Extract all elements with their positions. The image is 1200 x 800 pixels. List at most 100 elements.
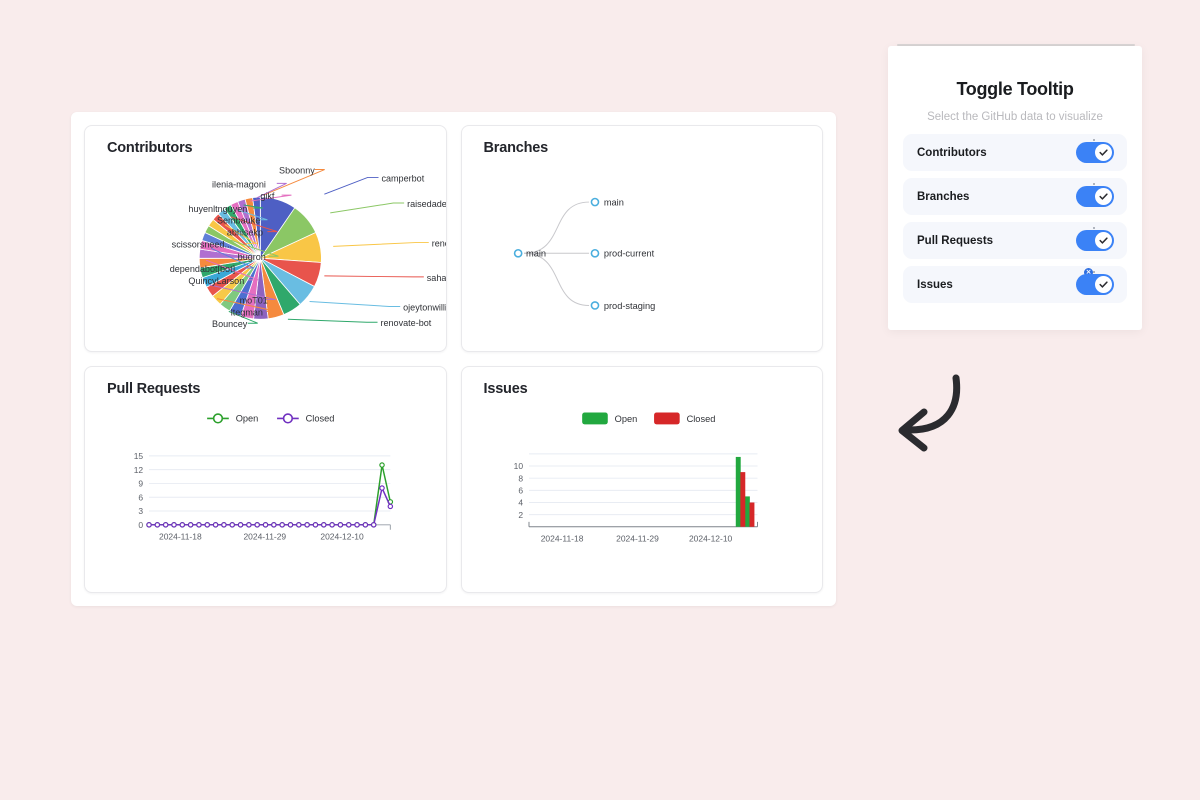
pie-label: Bouncey <box>212 319 248 329</box>
panel-title: Toggle Tooltip <box>956 79 1074 99</box>
card-contributors: Contributors camperbotraisedadeadrenovat… <box>84 125 447 352</box>
pie-leader-line <box>287 318 378 323</box>
issues-bars <box>735 456 754 527</box>
contributors-pie-chart: camperbot raisedadead renovate[bot] sahat oj… <box>170 165 446 329</box>
bar-open <box>735 456 741 527</box>
tree-label: prod-current <box>603 249 654 259</box>
data-point <box>196 522 202 528</box>
data-point <box>262 522 269 528</box>
pie-label: moT01 <box>240 296 268 306</box>
line-series-open <box>149 464 392 526</box>
pie-label: raisedadead <box>407 199 445 209</box>
y-tick-label: 15 <box>134 451 144 461</box>
data-point <box>337 522 344 528</box>
panel-subtitle: Select the GitHub data to visualize <box>927 111 1103 123</box>
pull-requests-line-chart: Open Closed 0 3 6 9 12 15 2024-11-18 2024-11-29… <box>134 413 394 542</box>
pie-label: renovate[bot] <box>432 238 446 248</box>
tree-label-root: main <box>526 249 546 259</box>
x-tick-label: 2024-11-18 <box>159 532 202 542</box>
y-tick-label: 9 <box>138 479 143 489</box>
toggle-list: Contributors Branches Pull Requests Issues × <box>903 134 1127 310</box>
pie-label: QuincyLarson <box>188 276 244 286</box>
y-tick-label: 6 <box>138 492 143 502</box>
bar-open <box>744 496 750 527</box>
y-tick-label: 4 <box>518 498 523 508</box>
card-issues: Issues Open Closed 2 4 6 8 10 2024-11-18 2024-… <box>460 366 823 593</box>
data-point <box>171 522 177 528</box>
bar-closed <box>748 502 754 527</box>
data-point <box>237 522 244 528</box>
pie-label: camperbot <box>381 173 424 183</box>
legend-swatch <box>581 412 608 425</box>
data-point <box>187 522 194 528</box>
data-point <box>254 522 260 528</box>
y-tick-label: 12 <box>134 465 144 475</box>
dashboard-container: Contributors camperbotraisedadeadrenovat… <box>71 112 836 606</box>
toggle-label: Contributors <box>917 146 987 159</box>
tree-node-main[interactable] <box>590 197 599 207</box>
toggle-knob <box>1095 188 1112 205</box>
toggle-knob <box>1095 276 1112 293</box>
data-point <box>204 522 211 528</box>
data-point <box>162 522 169 528</box>
pie-leader-line <box>333 241 429 247</box>
toggle-switch[interactable] <box>1076 142 1114 163</box>
legend-label: Closed <box>306 414 335 424</box>
tree-node-prod-current[interactable] <box>590 248 599 258</box>
y-tick-label: 8 <box>518 473 523 483</box>
tree-link <box>523 201 589 254</box>
x-tick-label: 2024-11-18 <box>540 534 583 544</box>
pr-y-axis-ticks: 0 3 6 9 12 15 <box>134 451 144 530</box>
issues-legend: Open Closed <box>581 412 715 425</box>
y-tick-label: 6 <box>518 485 523 495</box>
data-point <box>370 522 377 528</box>
toggle-switch[interactable] <box>1076 230 1114 251</box>
tree-label: prod-staging <box>603 301 654 311</box>
pie-label: bugron <box>238 252 266 262</box>
cursor-dot <box>1093 183 1095 185</box>
pie-leader-line <box>324 176 379 195</box>
pie-label: gikf <box>260 191 275 201</box>
data-point <box>387 503 394 510</box>
card-pull-requests: Pull Requests Open Closed 0 3 6 9 12 15 2024-1… <box>84 366 447 593</box>
data-point <box>354 522 360 528</box>
pie-label: huyenltnguyen <box>188 204 247 214</box>
data-point <box>296 522 302 528</box>
pie-leader-line <box>324 275 424 278</box>
toggle-label: Issues <box>917 278 953 291</box>
toggle-switch[interactable] <box>1076 274 1114 295</box>
toggle-row-issues[interactable]: Issues × <box>903 266 1127 303</box>
legend-label: Closed <box>686 414 715 424</box>
check-icon <box>1099 149 1108 156</box>
y-tick-label: 0 <box>138 520 143 530</box>
legend-marker <box>212 413 224 424</box>
pie-label: sahat <box>427 273 446 283</box>
tree-label: main <box>603 198 623 208</box>
pie-label: ilenia-magoni <box>212 179 266 189</box>
issues-x-axis-ticks: 2024-11-18 2024-11-29 2024-12-10 <box>540 534 732 544</box>
y-tick-label: 10 <box>513 461 523 471</box>
data-point <box>271 522 277 528</box>
toggle-switch[interactable] <box>1076 186 1114 207</box>
tree-node-prod-staging[interactable] <box>590 301 599 310</box>
data-point <box>154 522 161 528</box>
data-point <box>362 522 369 528</box>
curved-arrow-icon <box>898 374 961 452</box>
x-tick-label: 2024-12-10 <box>320 532 364 542</box>
data-point <box>179 522 186 528</box>
check-icon <box>1099 237 1108 244</box>
pie-label: Sboonny <box>279 165 315 175</box>
pr-series <box>146 462 394 528</box>
check-icon <box>1099 281 1108 288</box>
card-branches: Branches main main prod-current prod-stagin… <box>460 125 823 352</box>
toggle-row-branches[interactable]: Branches <box>903 178 1127 215</box>
toggle-knob <box>1095 232 1112 249</box>
toggle-row-pull-requests[interactable]: Pull Requests <box>903 222 1127 259</box>
y-tick-label: 3 <box>138 506 143 516</box>
issues-gridlines <box>527 453 758 528</box>
toggle-row-contributors[interactable]: Contributors <box>903 134 1127 171</box>
data-point <box>221 522 227 528</box>
data-point <box>312 522 319 528</box>
data-point <box>321 522 327 528</box>
tree-node-root[interactable] <box>513 248 522 258</box>
